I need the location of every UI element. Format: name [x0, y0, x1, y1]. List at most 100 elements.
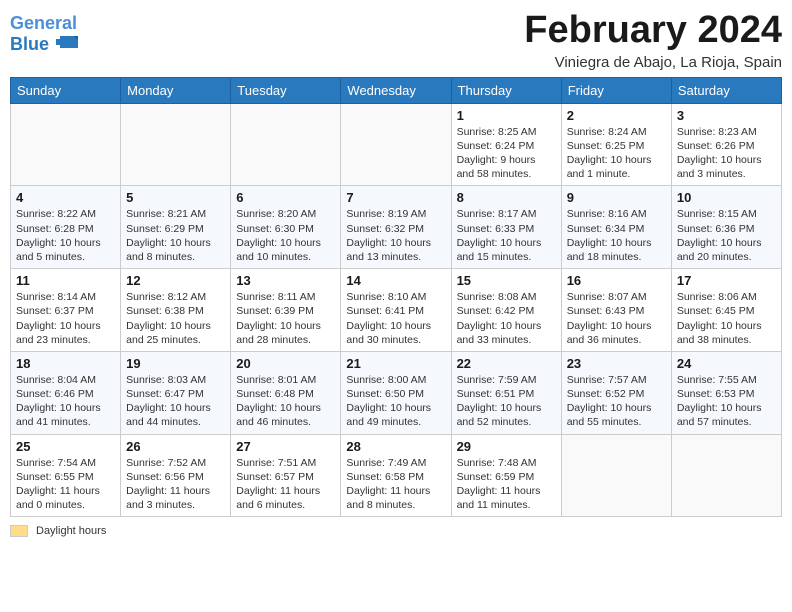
day-number: 2 [567, 108, 666, 123]
calendar-cell: 27Sunrise: 7:51 AM Sunset: 6:57 PM Dayli… [231, 434, 341, 517]
day-info: Sunrise: 7:59 AM Sunset: 6:51 PM Dayligh… [457, 373, 556, 430]
day-number: 4 [16, 190, 115, 205]
day-info: Sunrise: 8:15 AM Sunset: 6:36 PM Dayligh… [677, 207, 776, 264]
day-number: 26 [126, 439, 225, 454]
day-info: Sunrise: 7:51 AM Sunset: 6:57 PM Dayligh… [236, 456, 335, 513]
calendar-header-sunday: Sunday [11, 77, 121, 103]
calendar-cell: 6Sunrise: 8:20 AM Sunset: 6:30 PM Daylig… [231, 186, 341, 269]
day-number: 17 [677, 273, 776, 288]
calendar-cell: 23Sunrise: 7:57 AM Sunset: 6:52 PM Dayli… [561, 351, 671, 434]
day-number: 5 [126, 190, 225, 205]
calendar-cell: 26 Sunrise: 7:52 AM Sunset: 6:56 PM Dayli… [121, 434, 231, 517]
day-number: 16 [567, 273, 666, 288]
day-info: Sunrise: 8:20 AM Sunset: 6:30 PM Dayligh… [236, 207, 335, 264]
location-subtitle: Viniegra de Abajo, La Rioja, Spain [524, 54, 782, 71]
day-number: 1 [457, 108, 556, 123]
day-info: Sunrise: 8:06 AM Sunset: 6:45 PM Dayligh… [677, 290, 776, 347]
calendar-week-row: 4 Sunrise: 8:22 AM Sunset: 6:28 PM Daylig… [11, 186, 782, 269]
day-number: 12 [126, 273, 225, 288]
calendar-cell: 22 Sunrise: 7:59 AM Sunset: 6:51 PM Dayli… [451, 351, 561, 434]
day-info: Sunrise: 7:49 AM Sunset: 6:58 PM Dayligh… [346, 456, 445, 513]
calendar-header-saturday: Saturday [671, 77, 781, 103]
day-number: 10 [677, 190, 776, 205]
day-number: 11 [16, 273, 115, 288]
day-number: 3 [677, 108, 776, 123]
calendar-cell: 12 Sunrise: 8:12 AM Sunset: 6:38 PM Dayli… [121, 269, 231, 352]
logo-text: General [10, 14, 78, 34]
calendar-header-row: SundayMondayTuesdayWednesdayThursdayFrid… [11, 77, 782, 103]
calendar-cell [671, 434, 781, 517]
calendar-cell: 24 Sunrise: 7:55 AM Sunset: 6:53 PM Dayli… [671, 351, 781, 434]
calendar-cell: 15 Sunrise: 8:08 AM Sunset: 6:42 PM Dayli… [451, 269, 561, 352]
day-number: 24 [677, 356, 776, 371]
calendar-cell: 8 Sunrise: 8:17 AM Sunset: 6:33 PM Daylig… [451, 186, 561, 269]
day-info: Sunrise: 8:22 AM Sunset: 6:28 PM Dayligh… [16, 207, 115, 264]
calendar-cell: 9 Sunrise: 8:16 AM Sunset: 6:34 PM Daylig… [561, 186, 671, 269]
day-info: Sunrise: 8:21 AM Sunset: 6:29 PM Dayligh… [126, 207, 225, 264]
title-block: February 2024 Viniegra de Abajo, La Rioj… [524, 10, 782, 71]
calendar-week-row: 25Sunrise: 7:54 AM Sunset: 6:55 PM Dayli… [11, 434, 782, 517]
calendar-cell: 17 Sunrise: 8:06 AM Sunset: 6:45 PM Dayli… [671, 269, 781, 352]
calendar-cell [561, 434, 671, 517]
footer: Daylight hours [10, 525, 782, 537]
calendar-cell: 13Sunrise: 8:11 AM Sunset: 6:39 PM Dayli… [231, 269, 341, 352]
day-info: Sunrise: 8:17 AM Sunset: 6:33 PM Dayligh… [457, 207, 556, 264]
calendar-cell [231, 103, 341, 186]
calendar-header-tuesday: Tuesday [231, 77, 341, 103]
calendar-cell [121, 103, 231, 186]
calendar-cell [341, 103, 451, 186]
day-info: Sunrise: 7:55 AM Sunset: 6:53 PM Dayligh… [677, 373, 776, 430]
calendar-header-thursday: Thursday [451, 77, 561, 103]
day-info: Sunrise: 8:25 AM Sunset: 6:24 PM Dayligh… [457, 125, 556, 182]
calendar-cell: 2Sunrise: 8:24 AM Sunset: 6:25 PM Daylig… [561, 103, 671, 186]
day-number: 25 [16, 439, 115, 454]
calendar-cell: 29 Sunrise: 7:48 AM Sunset: 6:59 PM Dayli… [451, 434, 561, 517]
day-number: 8 [457, 190, 556, 205]
day-number: 9 [567, 190, 666, 205]
day-number: 28 [346, 439, 445, 454]
day-info: Sunrise: 7:48 AM Sunset: 6:59 PM Dayligh… [457, 456, 556, 513]
day-info: Sunrise: 8:08 AM Sunset: 6:42 PM Dayligh… [457, 290, 556, 347]
day-number: 18 [16, 356, 115, 371]
day-info: Sunrise: 8:14 AM Sunset: 6:37 PM Dayligh… [16, 290, 115, 347]
calendar-table: SundayMondayTuesdayWednesdayThursdayFrid… [10, 77, 782, 517]
calendar-header-friday: Friday [561, 77, 671, 103]
calendar-cell: 7 Sunrise: 8:19 AM Sunset: 6:32 PM Daylig… [341, 186, 451, 269]
calendar-cell: 28 Sunrise: 7:49 AM Sunset: 6:58 PM Dayli… [341, 434, 451, 517]
logo: General Blue [10, 14, 78, 57]
day-info: Sunrise: 8:07 AM Sunset: 6:43 PM Dayligh… [567, 290, 666, 347]
day-info: Sunrise: 8:04 AM Sunset: 6:46 PM Dayligh… [16, 373, 115, 430]
calendar-cell: 18 Sunrise: 8:04 AM Sunset: 6:46 PM Dayli… [11, 351, 121, 434]
daylight-label: Daylight hours [36, 525, 106, 537]
header: General Blue February 2024 Viniegra de A… [10, 10, 782, 71]
day-info: Sunrise: 8:23 AM Sunset: 6:26 PM Dayligh… [677, 125, 776, 182]
day-number: 7 [346, 190, 445, 205]
calendar-header-monday: Monday [121, 77, 231, 103]
calendar-header-wednesday: Wednesday [341, 77, 451, 103]
day-info: Sunrise: 8:01 AM Sunset: 6:48 PM Dayligh… [236, 373, 335, 430]
calendar-cell: 11 Sunrise: 8:14 AM Sunset: 6:37 PM Dayli… [11, 269, 121, 352]
day-info: Sunrise: 8:19 AM Sunset: 6:32 PM Dayligh… [346, 207, 445, 264]
calendar-cell: 5 Sunrise: 8:21 AM Sunset: 6:29 PM Daylig… [121, 186, 231, 269]
calendar-cell: 14Sunrise: 8:10 AM Sunset: 6:41 PM Dayli… [341, 269, 451, 352]
day-info: Sunrise: 8:16 AM Sunset: 6:34 PM Dayligh… [567, 207, 666, 264]
day-info: Sunrise: 8:00 AM Sunset: 6:50 PM Dayligh… [346, 373, 445, 430]
calendar-cell: 10 Sunrise: 8:15 AM Sunset: 6:36 PM Dayli… [671, 186, 781, 269]
day-info: Sunrise: 7:57 AM Sunset: 6:52 PM Dayligh… [567, 373, 666, 430]
day-info: Sunrise: 7:52 AM Sunset: 6:56 PM Dayligh… [126, 456, 225, 513]
day-number: 14 [346, 273, 445, 288]
day-number: 19 [126, 356, 225, 371]
calendar-cell: 3 Sunrise: 8:23 AM Sunset: 6:26 PM Daylig… [671, 103, 781, 186]
calendar-week-row: 1 Sunrise: 8:25 AM Sunset: 6:24 PM Daylig… [11, 103, 782, 186]
day-number: 15 [457, 273, 556, 288]
day-number: 22 [457, 356, 556, 371]
day-number: 29 [457, 439, 556, 454]
calendar-cell: 4 Sunrise: 8:22 AM Sunset: 6:28 PM Daylig… [11, 186, 121, 269]
day-number: 21 [346, 356, 445, 371]
day-number: 13 [236, 273, 335, 288]
month-title: February 2024 [524, 10, 782, 52]
calendar-week-row: 11 Sunrise: 8:14 AM Sunset: 6:37 PM Dayli… [11, 269, 782, 352]
day-info: Sunrise: 8:12 AM Sunset: 6:38 PM Dayligh… [126, 290, 225, 347]
logo-icon [56, 34, 78, 52]
calendar-cell: 19Sunrise: 8:03 AM Sunset: 6:47 PM Dayli… [121, 351, 231, 434]
